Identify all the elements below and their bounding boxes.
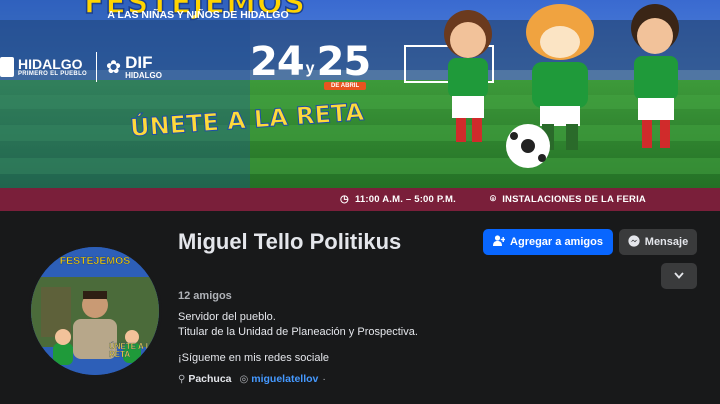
date-day-2: 25 — [316, 39, 372, 85]
cover-photo[interactable]: FESTEJEMOS A LAS NIÑAS Y NIÑOS DE HIDALG… — [0, 0, 720, 211]
instagram-item[interactable]: ◎ miguelatellov — [240, 373, 319, 385]
cover-logos: HIDALGO PRIMERO EL PUEBLO ✿ DIF HIDALGO — [0, 52, 162, 82]
more-options-button[interactable] — [661, 263, 697, 289]
clock-icon: ◷ — [340, 194, 349, 205]
add-friend-button[interactable]: Agregar a amigos — [483, 229, 613, 255]
message-button[interactable]: Mensaje — [619, 229, 697, 255]
profile-avatar[interactable]: FESTEJEMOS ÚNETE A LA RETA — [31, 247, 159, 375]
logo-divider — [96, 52, 97, 82]
message-label: Mensaje — [644, 236, 689, 248]
location-item: ⚲ Pachuca — [178, 373, 232, 385]
meta-separator: · — [322, 373, 326, 385]
profile-meta: ⚲ Pachuca ◎ miguelatellov · — [178, 373, 326, 385]
bio-line: Servidor del pueblo. — [178, 311, 276, 323]
profile-name: Miguel Tello Politikus — [178, 229, 402, 254]
location-pin-icon: ⌾ — [489, 194, 497, 205]
avatar-frame-slogan: ÚNETE A LA RETA — [109, 342, 157, 359]
event-schedule: ◷ 11:00 A.M. – 5:00 P.M. — [340, 194, 456, 205]
event-info-strip: ◷ 11:00 A.M. – 5:00 P.M. ⌾ INSTALACIONES… — [0, 188, 720, 211]
dif-logo: ✿ DIF HIDALGO — [106, 52, 162, 80]
dif-logo-text: DIF — [125, 52, 153, 72]
date-day-1: 24 — [250, 39, 305, 85]
hidalgo-logo-subtext: PRIMERO EL PUEBLO — [18, 71, 87, 77]
instagram-link[interactable]: miguelatellov — [251, 373, 318, 385]
event-dates: 24 y 25 — [250, 39, 372, 85]
event-venue: ⌾ INSTALACIONES DE LA FERIA — [490, 194, 646, 205]
hidalgo-logo: HIDALGO PRIMERO EL PUEBLO — [0, 57, 87, 77]
avatar-frame-title: FESTEJEMOS — [59, 255, 131, 267]
profile-bio: Servidor del pueblo. Titular de la Unida… — [178, 310, 478, 366]
hidalgo-mark-icon — [0, 57, 14, 77]
bio-spacer — [178, 340, 478, 351]
dif-logo-subtext: HIDALGO — [125, 70, 162, 80]
bio-line: Titular de la Unidad de Planeación y Pro… — [178, 326, 418, 338]
bio-tagline: ¡Sígueme en mis redes sociale — [178, 352, 330, 364]
add-person-icon — [493, 235, 506, 249]
location-text: Pachuca — [188, 373, 232, 385]
add-friend-label: Agregar a amigos — [510, 236, 603, 248]
hidalgo-logo-text: HIDALGO — [18, 56, 83, 72]
event-venue-text: INSTALACIONES DE LA FERIA — [502, 194, 646, 205]
instagram-icon: ◎ — [239, 374, 249, 385]
event-schedule-text: 11:00 A.M. – 5:00 P.M. — [354, 194, 456, 205]
cover-subtitle: A LAS NIÑAS Y NIÑOS DE HIDALGO — [107, 9, 289, 21]
chevron-down-icon — [674, 271, 684, 282]
profile-avatar-ring[interactable]: FESTEJEMOS ÚNETE A LA RETA — [28, 244, 162, 378]
dif-flower-icon: ✿ — [106, 57, 122, 77]
location-pin-icon: ⚲ — [178, 374, 186, 385]
friends-count[interactable]: 12 amigos — [178, 290, 232, 302]
date-conjunction: y — [305, 60, 315, 77]
messenger-icon — [628, 234, 640, 250]
date-month: DE ABRIL — [324, 82, 367, 90]
